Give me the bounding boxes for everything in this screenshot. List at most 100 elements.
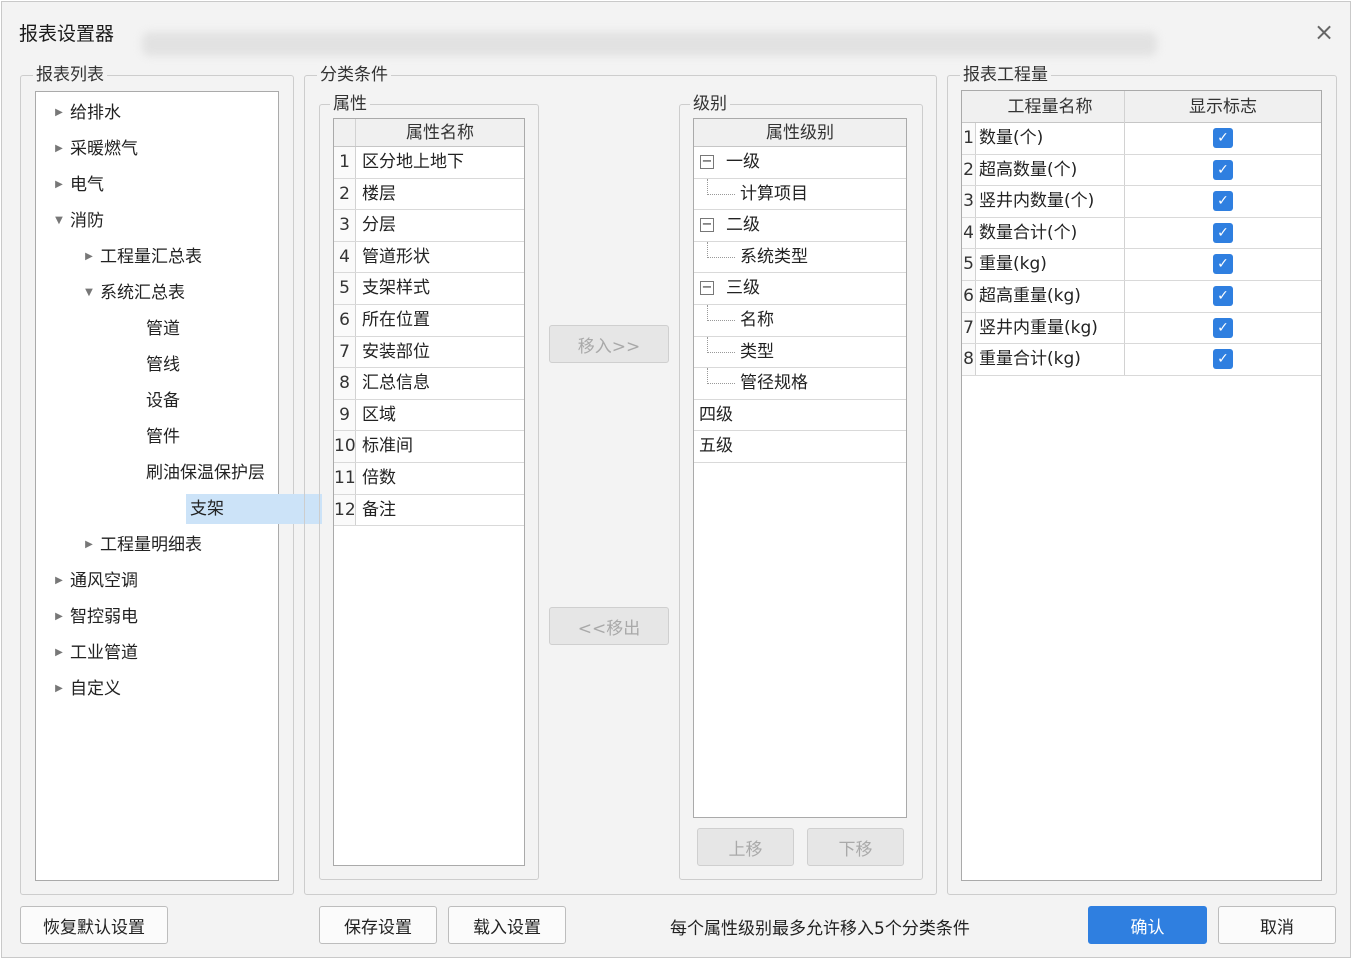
cancel-button[interactable]: 取消: [1218, 906, 1336, 944]
attribute-row[interactable]: 3 分层: [334, 210, 524, 242]
level-label: 管径规格: [740, 373, 808, 394]
quantity-row[interactable]: 2 超高数量(个) ✓: [962, 154, 1321, 187]
caret-right-icon[interactable]: ▶: [52, 602, 66, 632]
collapse-icon[interactable]: −: [700, 281, 714, 296]
collapse-icon[interactable]: −: [700, 155, 714, 169]
level-row[interactable]: − 一级: [694, 147, 906, 179]
quantity-row[interactable]: 8 重量合计(kg) ✓: [962, 344, 1321, 376]
caret-right-icon[interactable]: ▶: [52, 638, 66, 668]
attribute-name: 分层: [362, 215, 396, 236]
attribute-row[interactable]: 8 汇总信息: [334, 368, 524, 400]
level-row[interactable]: 计算项目: [694, 178, 906, 211]
quantity-name: 超高重量(kg): [979, 281, 1125, 312]
caret-right-icon[interactable]: ▶: [52, 170, 66, 200]
caret-right-icon[interactable]: ▶: [52, 566, 66, 596]
display-flag-checkbox[interactable]: ✓: [1213, 222, 1233, 243]
caret-right-icon[interactable]: ▶: [82, 530, 96, 560]
tree-item[interactable]: ▶ 采暖燃气: [36, 134, 138, 164]
attribute-name: 标准间: [362, 436, 413, 457]
row-number: 1: [334, 147, 356, 178]
tree-item[interactable]: ▶ 给排水: [36, 98, 121, 128]
level-row[interactable]: 管径规格: [694, 368, 906, 400]
tree-item[interactable]: ▶ 电气: [36, 170, 104, 200]
tree-item[interactable]: ▼ 消防: [36, 206, 104, 236]
caret-right-icon[interactable]: ▶: [52, 674, 66, 704]
quantity-row[interactable]: 1 数量(个) ✓: [962, 123, 1321, 155]
tree-item[interactable]: 刷油保温保护层: [36, 458, 265, 488]
caret-down-icon[interactable]: ▼: [82, 278, 96, 308]
display-flag-checkbox[interactable]: ✓: [1213, 191, 1233, 212]
level-row[interactable]: 系统类型: [694, 241, 906, 274]
row-number: 12: [334, 494, 356, 526]
tree-item[interactable]: 设备: [36, 386, 180, 416]
display-flag-checkbox[interactable]: ✓: [1213, 254, 1233, 275]
attribute-row[interactable]: 2 楼层: [334, 178, 524, 211]
caret-down-icon[interactable]: ▼: [52, 206, 66, 236]
level-row[interactable]: 名称: [694, 305, 906, 337]
attribute-row[interactable]: 4 管道形状: [334, 241, 524, 274]
move-up-button[interactable]: 上移: [697, 828, 794, 866]
confirm-button[interactable]: 确认: [1088, 906, 1207, 944]
attribute-row[interactable]: 10 标准间: [334, 431, 524, 463]
caret-right-icon[interactable]: ▶: [52, 98, 66, 128]
close-icon[interactable]: ×: [1308, 16, 1340, 48]
quantity-row[interactable]: 7 竖井内重量(kg) ✓: [962, 312, 1321, 345]
quantity-row[interactable]: 4 数量合计(个) ✓: [962, 217, 1321, 250]
tree-item[interactable]: ▼ 系统汇总表: [36, 278, 185, 308]
level-row[interactable]: − 二级: [694, 210, 906, 242]
restore-defaults-button[interactable]: 恢复默认设置: [20, 906, 168, 944]
tree-item-label: 电气: [70, 175, 104, 195]
tree-item-label: 管线: [146, 355, 180, 375]
attribute-row[interactable]: 6 所在位置: [334, 305, 524, 337]
quantity-row[interactable]: 3 竖井内数量(个) ✓: [962, 186, 1321, 218]
level-label: 名称: [740, 310, 774, 330]
display-flag-checkbox[interactable]: ✓: [1213, 159, 1233, 180]
move-down-button[interactable]: 下移: [807, 828, 904, 866]
display-flag-checkbox[interactable]: ✓: [1213, 286, 1233, 306]
level-row[interactable]: 五级: [694, 431, 906, 463]
level-row[interactable]: 四级: [694, 400, 906, 432]
save-settings-button[interactable]: 保存设置: [319, 906, 437, 944]
move-out-button[interactable]: <<移出: [549, 607, 669, 645]
tree-item[interactable]: ▶ 工程量汇总表: [36, 242, 202, 272]
tree-item[interactable]: 支架: [186, 494, 322, 524]
tree-item[interactable]: ▶ 工业管道: [36, 638, 138, 668]
level-label: 一级: [726, 152, 760, 172]
quantities-grid: 工程量名称 显示标志 1 数量(个) ✓ 2 超高数量(个) ✓ 3 竖井内数量(个) ✓ 4 数量…: [961, 90, 1322, 881]
tree-item-label: 支架: [190, 499, 224, 519]
quantity-row[interactable]: 5 重量(kg) ✓: [962, 249, 1321, 281]
attribute-row[interactable]: 9 区域: [334, 399, 524, 432]
attribute-row[interactable]: 11 倍数: [334, 463, 524, 495]
display-flag-checkbox[interactable]: ✓: [1213, 317, 1233, 338]
load-settings-button[interactable]: 载入设置: [448, 906, 566, 944]
move-in-button[interactable]: 移入>>: [549, 325, 669, 363]
row-number: 9: [334, 399, 356, 431]
display-flag-checkbox[interactable]: ✓: [1213, 128, 1233, 148]
attribute-name-header: 属性名称: [406, 123, 474, 143]
tree-item[interactable]: 管道: [36, 314, 180, 344]
collapse-icon[interactable]: −: [700, 218, 714, 233]
quantity-name: 数量合计(个): [979, 217, 1125, 249]
caret-right-icon[interactable]: ▶: [82, 242, 96, 272]
attribute-row[interactable]: 1 区分地上地下: [334, 147, 524, 179]
level-header: 属性级别: [694, 119, 906, 147]
attribute-row[interactable]: 5 支架样式: [334, 273, 524, 305]
tree-item[interactable]: 管件: [36, 422, 180, 452]
levels-legend: 级别: [690, 93, 730, 115]
attribute-row[interactable]: 12 备注: [334, 494, 524, 527]
level-row[interactable]: − 三级: [694, 273, 906, 305]
tree-item[interactable]: ▶ 通风空调: [36, 566, 138, 596]
caret-right-icon[interactable]: ▶: [52, 134, 66, 164]
tree-item-label: 给排水: [70, 103, 121, 123]
tree-item[interactable]: ▶ 自定义: [36, 674, 121, 704]
quantity-row[interactable]: 6 超高重量(kg) ✓: [962, 281, 1321, 313]
row-number: 11: [334, 463, 356, 494]
tree-item[interactable]: ▶ 智控弱电: [36, 602, 138, 632]
tree-item[interactable]: 管线: [36, 350, 180, 380]
level-row[interactable]: 类型: [694, 336, 906, 369]
tree-item[interactable]: ▶ 工程量明细表: [36, 530, 202, 560]
display-flag-checkbox[interactable]: ✓: [1213, 349, 1233, 370]
row-number: 4: [962, 217, 976, 249]
attribute-name: 支架样式: [362, 278, 430, 299]
attribute-row[interactable]: 7 安装部位: [334, 336, 524, 369]
